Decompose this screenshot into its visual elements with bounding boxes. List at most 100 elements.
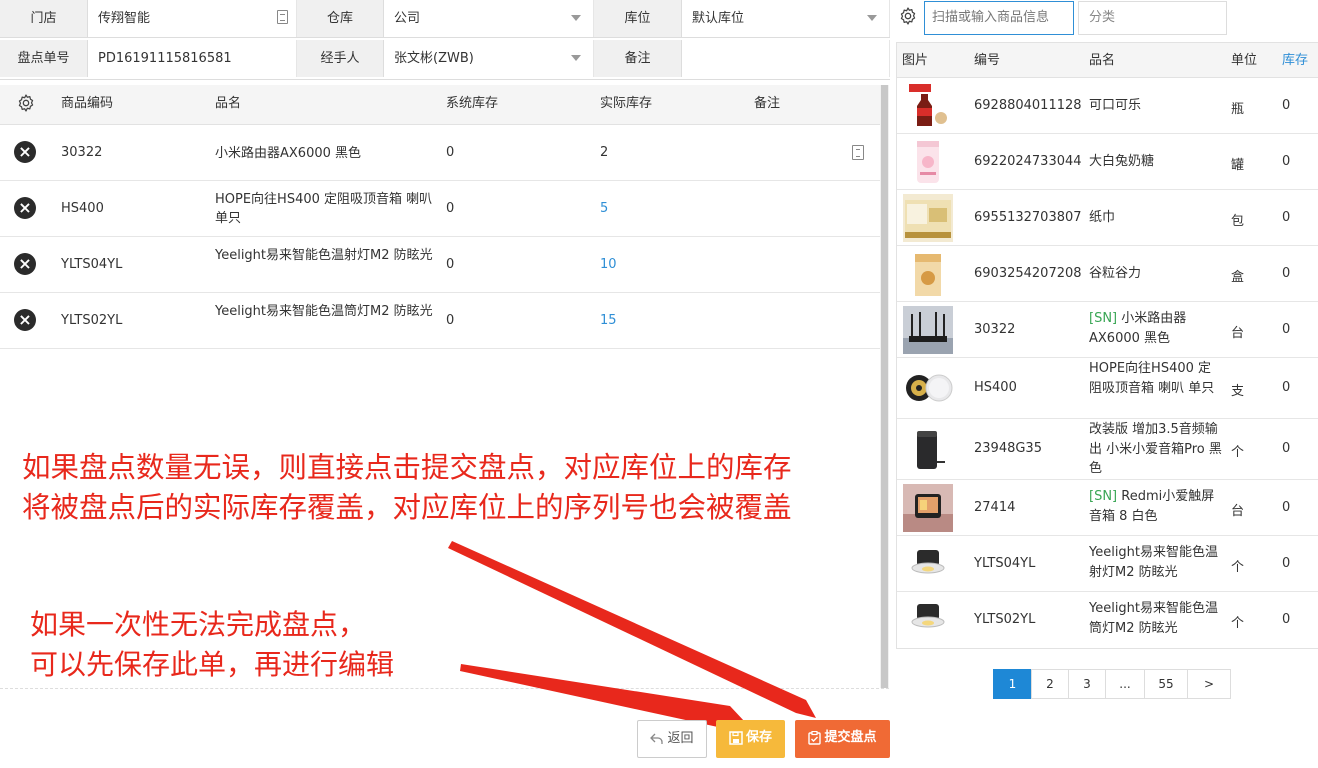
save-icon: [729, 730, 743, 745]
product-unit: 个: [1231, 445, 1245, 460]
close-icon[interactable]: ×: [14, 141, 36, 163]
warehouse-select[interactable]: 公司: [384, 0, 594, 37]
product-row[interactable]: 30322 [SN] 小米路由器AX6000 黑色 台 0: [897, 302, 1318, 358]
submit-count-button[interactable]: 提交盘点: [795, 720, 890, 758]
product-sku: 6955132703807: [974, 210, 1082, 225]
close-icon[interactable]: ×: [14, 197, 36, 219]
product-row[interactable]: HS400 HOPE向往HS400 定阻吸顶音箱 喇叭 单只 支 0: [897, 358, 1318, 419]
product-name: 大白兔奶糖: [1089, 152, 1224, 172]
page-55-button[interactable]: 55: [1144, 669, 1188, 699]
product-stock: 0: [1282, 556, 1291, 571]
product-sku: 6903254207208: [974, 266, 1082, 281]
product-row[interactable]: 6903254207208 谷粒谷力 盒 0: [897, 246, 1318, 302]
product-name-text: Yeelight易来智能色温射灯M2 防眩光: [1089, 545, 1219, 580]
back-arrow-icon: [650, 733, 664, 744]
product-code: YLTS04YL: [61, 257, 123, 272]
actual-stock-input[interactable]: 15: [600, 313, 617, 328]
gear-icon[interactable]: [898, 6, 918, 26]
system-stock: 0: [446, 257, 455, 272]
product-stock: 0: [1282, 210, 1291, 225]
back-button[interactable]: 返回: [637, 720, 707, 758]
store-field[interactable]: 传翔智能: [88, 0, 297, 37]
search-input[interactable]: 扫描或输入商品信息: [924, 1, 1074, 35]
col-stock-sort[interactable]: 库存: [1282, 43, 1308, 78]
product-thumbnail: [903, 596, 953, 644]
product-name: Yeelight易来智能色温射灯M2 防眩光: [1089, 543, 1224, 582]
product-thumbnail: [903, 364, 953, 412]
save-button[interactable]: 保存: [716, 720, 785, 758]
count-order-form: 门店 传翔智能 仓库 公司 库位 默认库位 盘点单号 PD16191115816…: [0, 0, 890, 80]
close-icon[interactable]: ×: [14, 309, 36, 331]
remark-input[interactable]: [682, 40, 890, 77]
save-button-label: 保存: [745, 730, 772, 745]
table-row: × 30322 小米路由器AX6000 黑色 0 2: [0, 125, 880, 181]
product-name-text: 纸巾: [1089, 210, 1116, 225]
product-stock: 0: [1282, 266, 1291, 281]
location-value: 默认库位: [692, 11, 745, 26]
page-3-button[interactable]: 3: [1068, 669, 1106, 699]
annotation-save-note: 如果一次性无法完成盘点， 可以先保存此单，再进行编辑: [30, 605, 394, 685]
col-unit: 单位: [1231, 53, 1258, 68]
warehouse-label: 仓库: [297, 0, 384, 37]
product-name: Yeelight易来智能色温筒灯M2 防眩光: [1089, 599, 1224, 638]
chevron-down-icon: [571, 15, 581, 21]
product-row[interactable]: YLTS02YL Yeelight易来智能色温筒灯M2 防眩光 个 0: [897, 592, 1318, 648]
product-row[interactable]: YLTS04YL Yeelight易来智能色温射灯M2 防眩光 个 0: [897, 536, 1318, 592]
product-name: 谷粒谷力: [1089, 264, 1224, 284]
product-row[interactable]: 23948G35 改装版 增加3.5音频输出 小米小爱音箱Pro 黑色 个 0: [897, 419, 1318, 480]
location-select[interactable]: 默认库位: [682, 0, 890, 37]
product-name: 纸巾: [1089, 208, 1224, 228]
product-sku: HS400: [974, 380, 1017, 395]
col-code: 商品编码: [61, 96, 114, 111]
product-unit: 台: [1231, 504, 1245, 519]
document-icon[interactable]: [277, 10, 288, 24]
col-actual-stock: 实际库存: [600, 96, 653, 111]
next-page-button[interactable]: >: [1187, 669, 1231, 699]
product-thumbnail: [903, 138, 953, 186]
handler-select[interactable]: 张文彬(ZWB): [384, 40, 594, 77]
product-row[interactable]: 6928804011128 可口可乐 瓶 0: [897, 78, 1318, 134]
product-name: HOPE向往HS400 定阻吸顶音箱 喇叭 单只: [1089, 359, 1224, 398]
scrollbar[interactable]: [880, 85, 889, 688]
product-name-text: 可口可乐: [1089, 98, 1142, 113]
actual-stock-input[interactable]: 5: [600, 201, 608, 216]
product-name: [SN] 小米路由器AX6000 黑色: [1089, 309, 1224, 348]
product-code: YLTS02YL: [61, 313, 123, 328]
category-filter[interactable]: 分类: [1078, 1, 1227, 35]
note-icon[interactable]: [852, 145, 864, 160]
page-2-button[interactable]: 2: [1031, 669, 1069, 699]
system-stock: 0: [446, 145, 455, 160]
page-ellipsis: ...: [1105, 669, 1145, 699]
product-stock: 0: [1282, 98, 1291, 113]
table-row: × YLTS02YL Yeelight易来智能色温筒灯M2 防眩光 0 15: [0, 293, 880, 349]
product-unit: 包: [1231, 214, 1245, 229]
scrollbar-thumb[interactable]: [881, 85, 888, 688]
product-sku: 6928804011128: [974, 98, 1082, 113]
arrow-to-submit: [448, 541, 816, 718]
annotation-line: 如果一次性无法完成盘点，: [30, 608, 367, 641]
product-sku: YLTS02YL: [974, 612, 1036, 627]
product-row[interactable]: 6955132703807 纸巾 包 0: [897, 190, 1318, 246]
col-remark: 备注: [754, 96, 781, 111]
store-value: 传翔智能: [98, 11, 151, 26]
product-stock: 0: [1282, 154, 1291, 169]
product-stock: 0: [1282, 612, 1291, 627]
product-row[interactable]: 6922024733044 大白兔奶糖 罐 0: [897, 134, 1318, 190]
warehouse-value: 公司: [394, 11, 421, 26]
product-row[interactable]: 27414 [SN] Redmi小爱触屏音箱 8 白色 台 0: [897, 480, 1318, 536]
product-stock: 0: [1282, 500, 1291, 515]
actual-stock-input[interactable]: 2: [600, 145, 608, 160]
product-name-text: Yeelight易来智能色温筒灯M2 防眩光: [1089, 601, 1219, 636]
remark-label: 备注: [594, 40, 682, 77]
annotation-line: 可以先保存此单，再进行编辑: [30, 648, 395, 681]
page-1-button[interactable]: 1: [993, 669, 1032, 699]
close-icon[interactable]: ×: [14, 253, 36, 275]
count-table: 商品编码 品名 系统库存 实际库存 备注 × 30322 小米路由器AX6000…: [0, 85, 880, 349]
product-name: HOPE向往HS400 定阻吸顶音箱 喇叭 单只: [215, 192, 433, 226]
product-code: HS400: [61, 201, 104, 216]
actual-stock-input[interactable]: 10: [600, 257, 617, 272]
order-no-label: 盘点单号: [0, 40, 88, 77]
table-row: × YLTS04YL Yeelight易来智能色温射灯M2 防眩光 0 10: [0, 237, 880, 293]
gear-icon[interactable]: [16, 93, 36, 113]
product-name-text: 大白兔奶糖: [1089, 154, 1155, 169]
